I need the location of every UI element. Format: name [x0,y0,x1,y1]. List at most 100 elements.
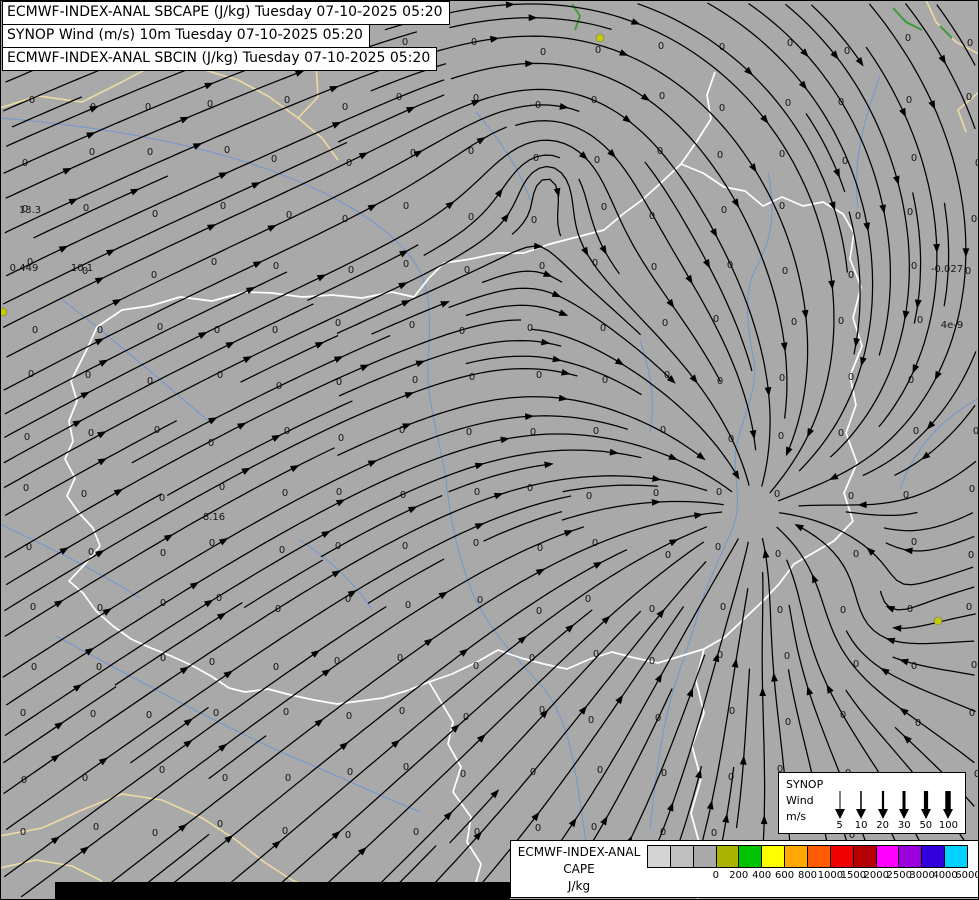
map-value-label: 0 [527,323,533,334]
map-value-label: 0 [838,316,844,327]
map-value-label: 0 [403,762,409,773]
cape-color-cell [945,846,967,867]
cape-color-cell [808,846,831,867]
map-value-label: 0 [460,769,466,780]
cape-tick-label: 400 [752,870,771,881]
map-value-label: 0 [29,95,35,106]
map-value-label: 0 [399,706,405,717]
map-value-label: 0 [539,261,545,272]
map-value-label: 0 [527,483,533,494]
map-value-label: 0 [595,45,601,56]
wind-speed-label: 10 [855,820,868,831]
map-extreme-value-label: 13.3 [19,205,41,216]
cape-legend-title-line: CAPE [511,861,647,878]
wind-speed-label: 5 [836,820,842,831]
map-value-label: 0 [784,651,790,662]
map-value-label: 0 [591,822,597,833]
map-value-label: 0 [338,433,344,444]
map-value-label: 0 [665,550,671,561]
map-value-label: 0 [594,155,600,166]
wind-speed-item: 5 [831,790,848,831]
map-value-label: 0 [659,91,665,102]
map-value-label: 0 [911,537,917,548]
map-value-label: 0 [152,828,158,839]
wind-arrow-icon [919,790,933,820]
map-value-label: 0 [473,538,479,549]
map-value-label: 0 [536,606,542,617]
map-value-label: 0 [907,207,913,218]
map-value-label: 0 [535,823,541,834]
bottom-black-bar [55,882,510,900]
map-value-label: 0 [466,427,472,438]
cape-color-cell [762,846,785,867]
map-value-label: 0 [348,265,354,276]
map-value-label: 0 [842,156,848,167]
map-value-label: 0 [785,717,791,728]
map-value-label: 0 [968,550,974,561]
map-value-label: 0 [905,33,911,44]
map-value-label: 0 [402,541,408,552]
map-value-label: 0 [32,325,38,336]
cape-spot [0,308,7,316]
map-value-label: 0 [217,819,223,830]
wind-arrow-icon [854,790,868,820]
map-value-label: 0 [271,154,277,165]
cape-color-cell [785,846,808,867]
cape-tick-label: 0 [713,870,719,881]
wind-speed-label: 20 [876,820,889,831]
map-value-label: 0 [649,604,655,615]
map-value-label: 0 [601,202,607,213]
map-value-label: 0 [336,487,342,498]
title-bars: ECMWF-INDEX-ANAL SBCAPE (J/kg) Tuesday 0… [2,2,450,71]
map-value-label: 0 [473,661,479,672]
map-extreme-value-label: 4e-9 [941,320,964,331]
map-value-label: 0 [855,211,861,222]
map-value-label: 0 [160,548,166,559]
map-value-label: 0 [282,488,288,499]
map-value-label: 0 [720,602,726,613]
cape-color-legend: ECMWF-INDEX-ANAL CAPE J/kg 0200400600800… [510,840,979,898]
cape-color-cell [899,846,922,867]
map-value-label: 0 [907,604,913,615]
cape-legend-title-line: ECMWF-INDEX-ANAL [511,844,647,861]
map-value-label: 0 [719,103,725,114]
map-value-label: 0 [147,147,153,158]
map-value-label: 0 [345,830,351,841]
map-value-label: 0 [97,325,103,336]
map-value-label: 0 [913,426,919,437]
map-value-label: 0 [93,822,99,833]
cape-tick-label: 800 [798,870,817,881]
wind-arrow-icon [833,790,847,820]
map-value-label: 0 [20,827,26,838]
map-value-label: 0 [721,205,727,216]
map-value-label: 0 [785,98,791,109]
map-value-label: 0 [474,487,480,498]
map-value-label: 0 [791,317,797,328]
map-value-label: 0 [273,261,279,272]
map-value-label: 0 [224,145,230,156]
map-value-label: 0 [90,709,96,720]
wind-legend: SYNOP Wind m/s 510203050100 [778,772,966,834]
wind-speed-item: 100 [939,790,958,831]
map-value-label: 0 [840,605,846,616]
map-value-label: 0 [715,542,721,553]
map-value-label: 0 [284,95,290,106]
cape-tick-label: 1000 [818,870,843,881]
cape-color-cell [739,846,762,867]
map-value-label: 0 [213,708,219,719]
wind-speed-label: 30 [898,820,911,831]
cape-spot [596,34,604,42]
title-bar-sbcin: ECMWF-INDEX-ANAL SBCIN (J/kg) Tuesday 07… [2,47,437,71]
title-bar-synop-wind: SYNOP Wind (m/s) 10m Tuesday 07-10-2025 … [2,24,370,48]
map-value-label: 0 [779,373,785,384]
map-value-label: 0 [848,372,854,383]
map-value-label: 0 [342,102,348,113]
map-value-label: 0 [30,602,36,613]
cape-tick-label: 2000 [864,870,889,881]
cape-color-cell [854,846,877,867]
map-value-label: 0 [409,320,415,331]
map-value-label: 0 [967,38,973,49]
cape-color-cell [648,846,671,867]
cape-tick-label: 600 [775,870,794,881]
wind-speed-item: 10 [853,790,870,831]
